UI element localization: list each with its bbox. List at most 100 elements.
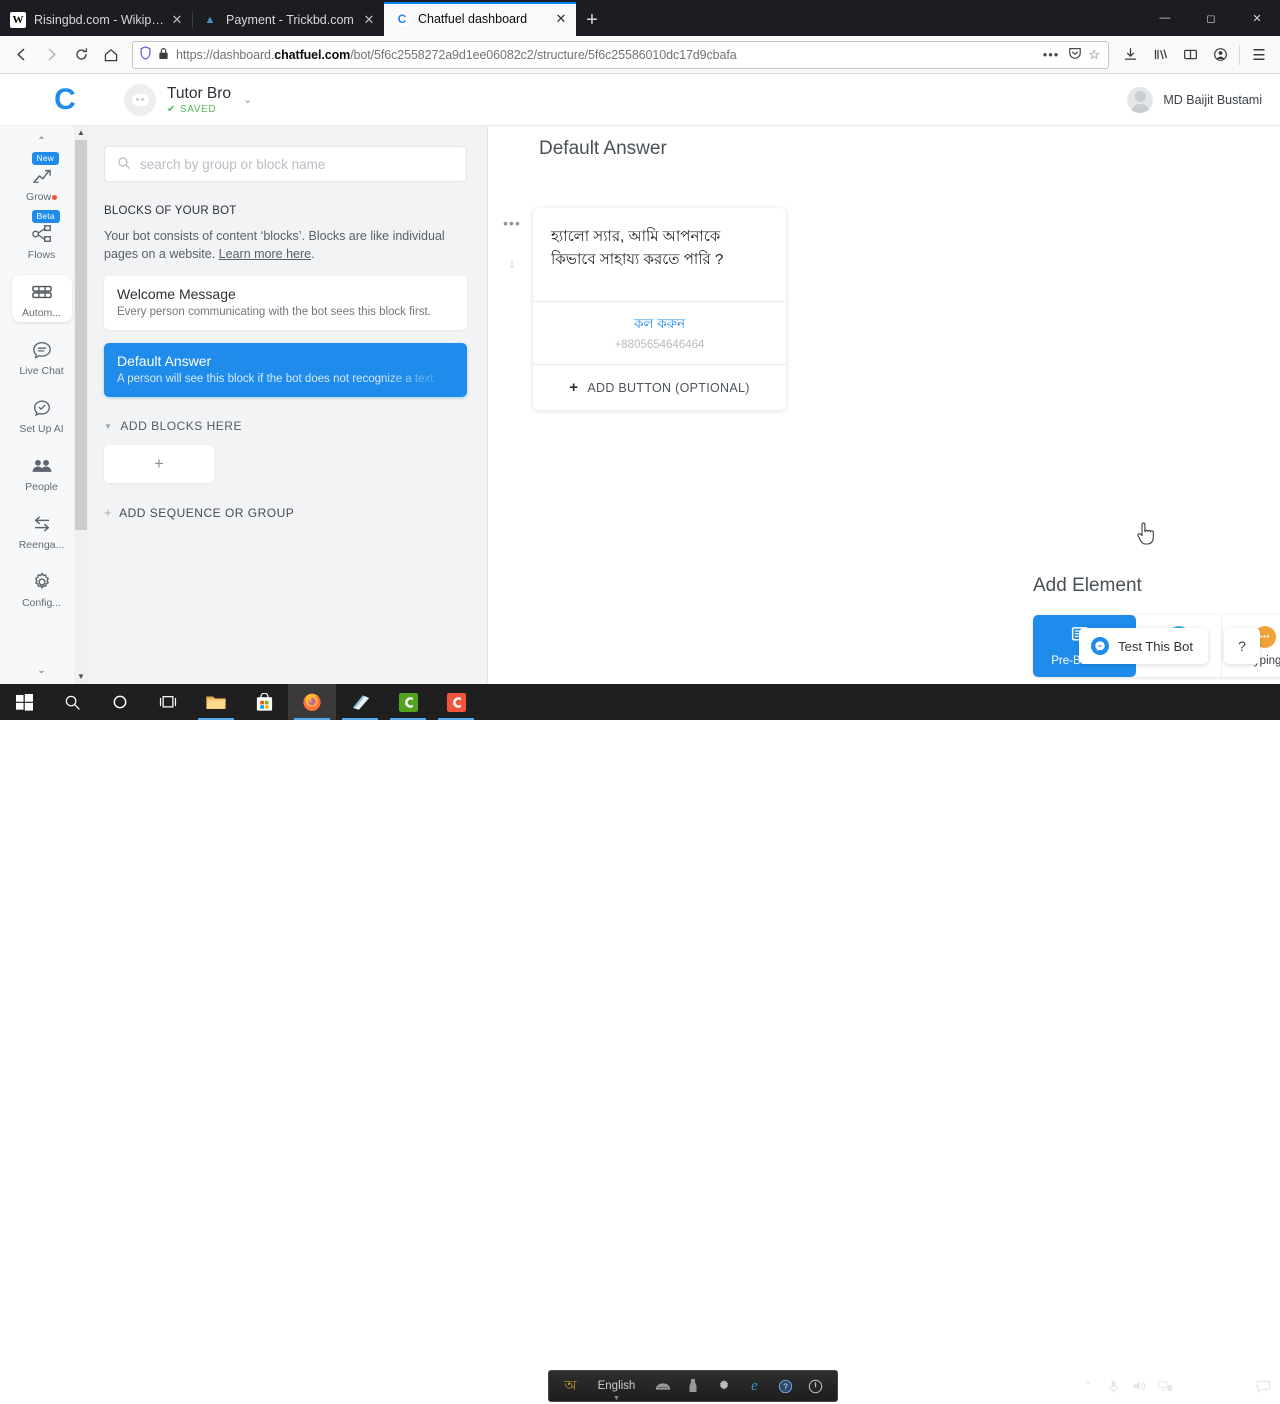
search-input[interactable] — [140, 156, 454, 172]
sidebar-item-configure[interactable]: Config... — [12, 565, 72, 612]
task-view-icon[interactable] — [144, 684, 192, 720]
home-button[interactable] — [96, 40, 126, 70]
card-button-call[interactable]: কল করুন +8805654646464 — [533, 301, 786, 364]
close-window-button[interactable]: ✕ — [1234, 0, 1280, 36]
sidebar-item-reengage[interactable]: Reenga... — [12, 507, 72, 554]
tab-title: Chatfuel dashboard — [418, 12, 528, 26]
action-center-icon[interactable] — [1246, 1368, 1280, 1404]
help-icon[interactable]: ? — [772, 1374, 799, 1398]
bot-switcher-chevron-down-icon[interactable]: ⌄ — [243, 93, 252, 106]
bookmark-star-icon[interactable]: ☆ — [1088, 47, 1100, 63]
address-bar[interactable]: https://dashboard.chatfuel.com/bot/5f6c2… — [132, 40, 1109, 69]
gear-icon[interactable] — [711, 1374, 738, 1398]
camtasia-recorder-icon[interactable] — [432, 684, 480, 720]
message-card-wrapper: ••• ↕ হ্যালো স্যার, আমি আপনাকে কিভাবে সা… — [503, 208, 786, 410]
add-blocks-here-header[interactable]: ▼ ADD BLOCKS HERE — [104, 419, 467, 433]
message-text[interactable]: হ্যালো স্যার, আমি আপনাকে কিভাবে সাহায্য … — [533, 208, 786, 301]
block-card-default-answer[interactable]: Default Answer A person will see this bl… — [104, 343, 467, 398]
new-tab-button[interactable]: + — [576, 4, 608, 36]
block-title: Welcome Message — [117, 286, 236, 303]
panel-scrollbar[interactable]: ▲ ▼ — [74, 126, 88, 684]
avro-language-selector[interactable]: English ▼ — [588, 1374, 646, 1402]
sidebar-item-label: People — [25, 481, 58, 493]
sidebar-item-set-up-ai[interactable]: Set Up AI — [12, 391, 72, 438]
trickbd-favicon: ▲ — [204, 13, 216, 26]
browser-tab-1[interactable]: W Risingbd.com - Wikipedia ✕ — [0, 3, 192, 36]
card-menu-icon[interactable]: ••• — [503, 216, 521, 230]
reload-button[interactable] — [66, 40, 96, 70]
block-description: Every person communicating with the bot … — [117, 306, 431, 319]
volume-icon[interactable] — [1127, 1368, 1153, 1404]
add-element-title: Add Element — [1033, 575, 1142, 596]
firefox-icon[interactable] — [288, 684, 336, 720]
chatfuel-logo[interactable]: C — [42, 84, 88, 115]
tab-close-icon[interactable]: ✕ — [360, 11, 378, 29]
text-card[interactable]: হ্যালো স্যার, আমি আপনাকে কিভাবে সাহায্য … — [533, 208, 786, 410]
power-icon[interactable] — [802, 1374, 829, 1398]
sidebar-item-grow[interactable]: New Grow — [12, 152, 72, 206]
file-explorer-icon[interactable] — [192, 684, 240, 720]
keyboard-icon[interactable] — [649, 1374, 676, 1398]
arrows-exchange-icon — [31, 513, 53, 535]
maximize-button[interactable]: ◻ — [1188, 0, 1234, 36]
sidebar-icon[interactable] — [1175, 40, 1205, 70]
tracking-protection-shield-icon[interactable] — [139, 46, 152, 63]
add-block-button[interactable]: + — [104, 445, 214, 484]
scroll-down-arrow-icon[interactable]: ▼ — [74, 670, 88, 684]
camtasia-studio-icon[interactable] — [384, 684, 432, 720]
tray-chevron-up-icon[interactable]: ⌃ — [1075, 1368, 1101, 1404]
sidebar-item-automate[interactable]: Autom... — [11, 275, 72, 322]
search-box[interactable] — [104, 146, 467, 182]
downloads-icon[interactable] — [1115, 40, 1145, 70]
ie-icon[interactable]: e — [741, 1374, 768, 1398]
test-this-bot-button[interactable]: Test This Bot — [1079, 628, 1208, 664]
block-card-welcome-message[interactable]: Welcome Message Every person communicati… — [104, 276, 467, 331]
tab-title: Risingbd.com - Wikipedia — [34, 12, 168, 27]
left-nav-rail: ⌃ New Grow Beta Flows Autom... Live Chat… — [0, 126, 84, 684]
sidebar-item-live-chat[interactable]: Live Chat — [12, 333, 72, 380]
menu-icon[interactable]: ☰ — [1244, 40, 1274, 70]
add-sequence-label: ADD SEQUENCE OR GROUP — [119, 505, 295, 520]
blocks-panel: ▲ ▼ BLOCKS OF YOUR BOT Your bot consists… — [74, 126, 488, 684]
library-icon[interactable] — [1145, 40, 1175, 70]
mic-icon[interactable] — [1101, 1368, 1127, 1404]
account-area[interactable]: MD Baijit Bustami — [1127, 86, 1262, 113]
add-button-label: ADD BUTTON (OPTIONAL) — [587, 380, 750, 395]
microsoft-store-icon[interactable] — [240, 684, 288, 720]
test-bot-label: Test This Bot — [1118, 638, 1193, 654]
browser-tab-3-active[interactable]: C Chatfuel dashboard ✕ — [384, 2, 576, 36]
scroll-up-arrow-icon[interactable]: ▲ — [74, 126, 88, 140]
learn-more-link[interactable]: Learn more here — [219, 247, 311, 261]
minimize-button[interactable]: — — [1142, 0, 1188, 36]
add-blocks-here-label: ADD BLOCKS HERE — [120, 419, 242, 434]
lock-icon — [158, 47, 169, 63]
notepad-icon[interactable] — [336, 684, 384, 720]
cortana-icon[interactable] — [96, 684, 144, 720]
back-button[interactable] — [6, 40, 36, 70]
browser-tab-2[interactable]: ▲ Payment - Trickbd.com ✕ — [192, 3, 384, 36]
network-icon[interactable] — [1153, 1368, 1179, 1404]
avro-logo-icon[interactable]: অ — [557, 1374, 584, 1398]
add-button-optional[interactable]: + ADD BUTTON (OPTIONAL) — [533, 364, 786, 410]
scrollbar-thumb[interactable] — [75, 140, 87, 530]
rail-scroll-up-icon[interactable]: ⌃ — [37, 136, 45, 148]
help-button[interactable]: ? — [1224, 628, 1260, 664]
account-icon[interactable] — [1205, 40, 1235, 70]
tab-close-icon[interactable]: ✕ — [168, 11, 186, 29]
start-windows-icon[interactable] — [0, 684, 48, 720]
clock[interactable]: 6:21 PM 9/27/2020 — [1185, 1372, 1236, 1400]
saved-status: ✔ SAVED — [167, 104, 231, 115]
forward-button[interactable] — [36, 40, 66, 70]
sidebar-item-people[interactable]: People — [12, 449, 72, 496]
add-sequence-or-group-button[interactable]: + ADD SEQUENCE OR GROUP — [104, 505, 467, 520]
drag-handle-icon[interactable]: ↕ — [509, 256, 516, 271]
sidebar-item-label: Set Up AI — [19, 423, 64, 435]
rail-scroll-down-icon[interactable]: ⌄ — [37, 665, 45, 676]
pen-icon[interactable] — [680, 1374, 707, 1398]
tab-close-icon[interactable]: ✕ — [552, 10, 570, 28]
time-label: 6:21 PM — [1189, 1373, 1232, 1385]
page-actions-icon[interactable]: ••• — [1043, 47, 1060, 62]
sidebar-item-flows[interactable]: Beta Flows — [12, 210, 72, 264]
search-icon[interactable] — [48, 684, 96, 720]
pocket-icon[interactable] — [1068, 46, 1082, 63]
